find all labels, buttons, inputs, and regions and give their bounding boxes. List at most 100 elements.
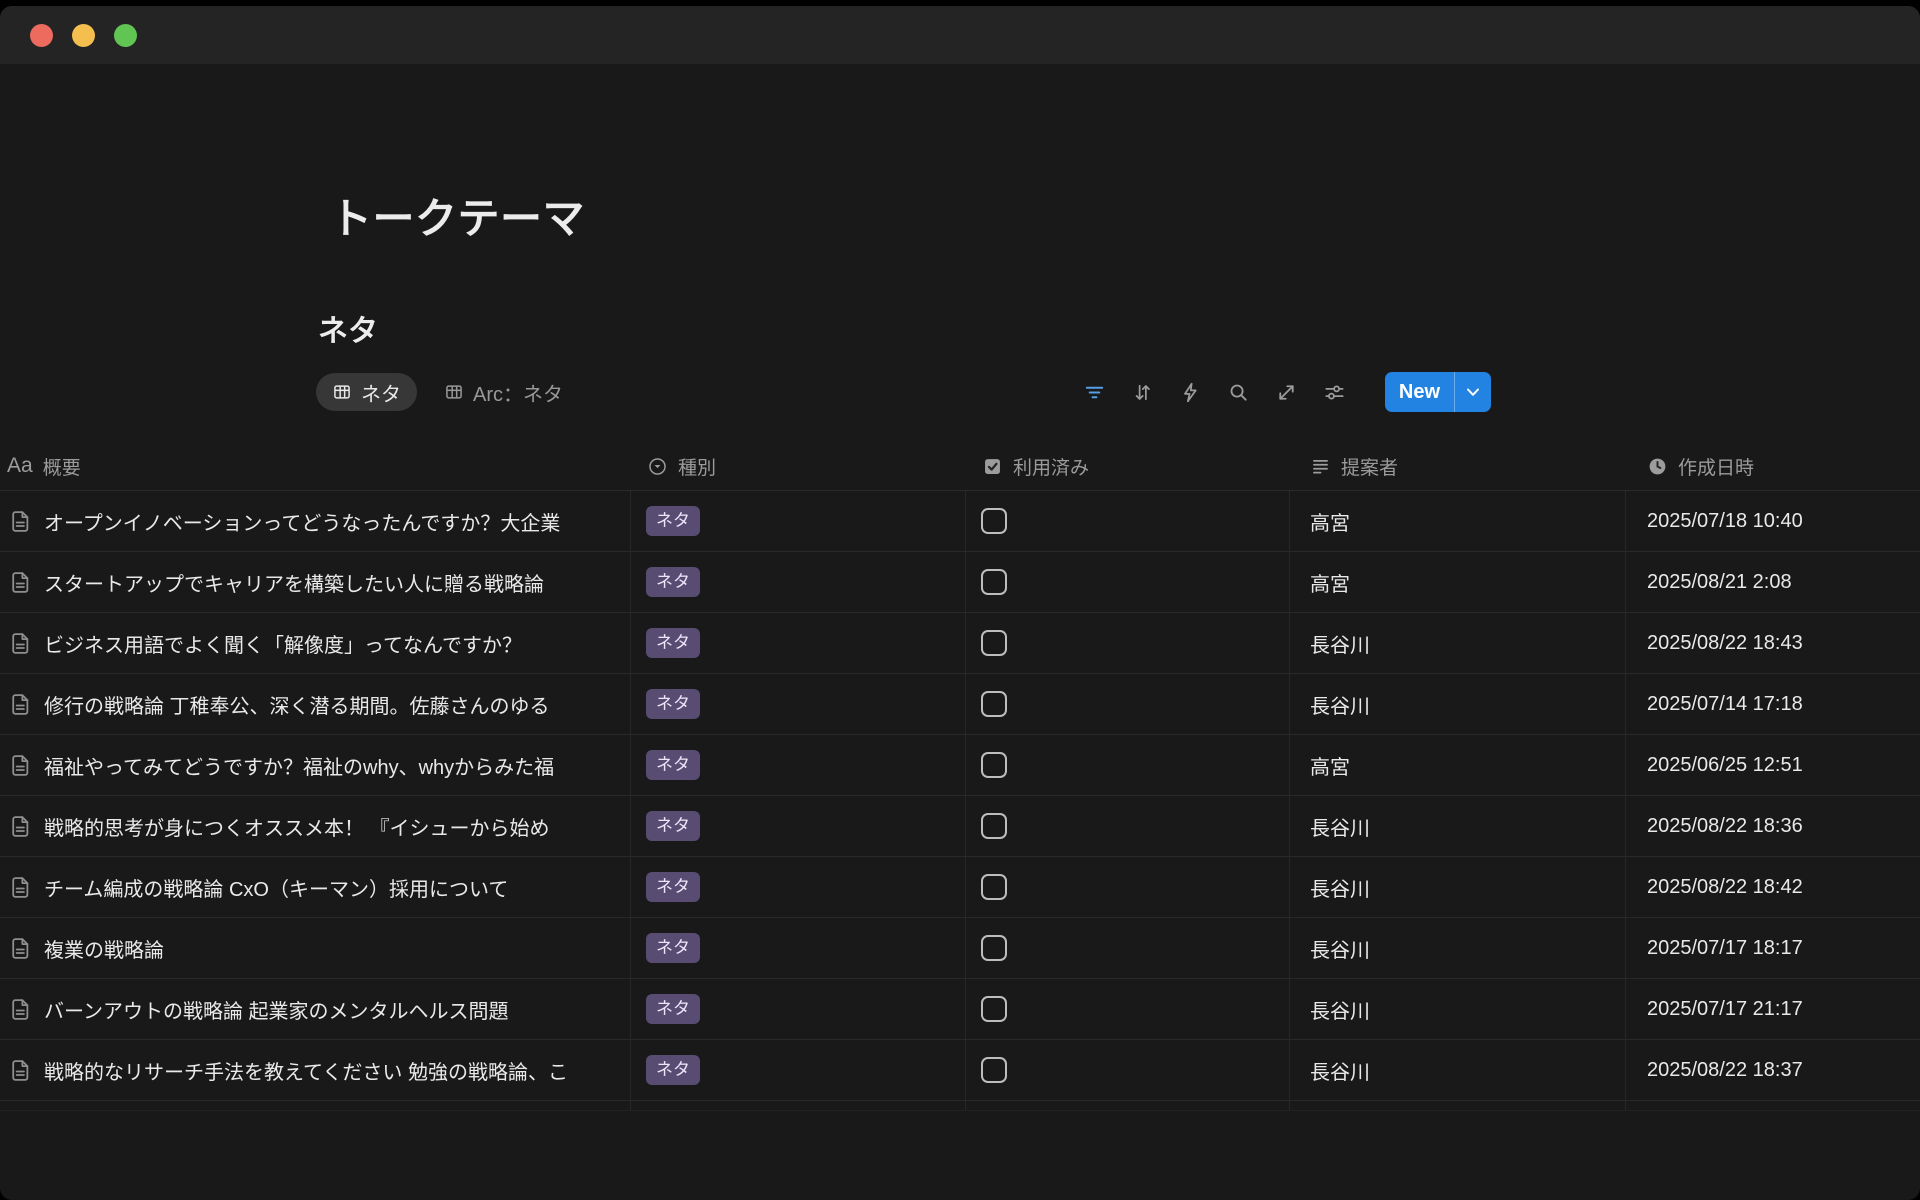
row-title[interactable]: 戦略的思考が身につくオススメ本！ 『イシューから始め bbox=[44, 812, 628, 841]
type-tag[interactable]: ネタ bbox=[646, 567, 700, 597]
cell-used[interactable] bbox=[966, 491, 1290, 552]
cell-summary[interactable]: 戦略的なリサーチ手法を教えてください 勉強の戦略論、こ bbox=[0, 1040, 631, 1101]
cell-type[interactable]: ネタ bbox=[631, 491, 966, 552]
used-checkbox[interactable] bbox=[981, 752, 1007, 778]
cell-created[interactable]: 2025/06/25 12:51 bbox=[1626, 735, 1920, 796]
cell-proposer[interactable]: 長谷川 bbox=[1290, 857, 1626, 918]
cell-proposer[interactable]: 長谷川 bbox=[1290, 1040, 1626, 1101]
cell-proposer[interactable]: 高宮 bbox=[1290, 552, 1626, 613]
proposer-name[interactable]: 長谷川 bbox=[1310, 934, 1370, 963]
cell-used[interactable] bbox=[966, 552, 1290, 613]
cell-summary[interactable]: バーンアウトの戦略論 起業家のメンタルヘルス問題 bbox=[0, 979, 631, 1040]
proposer-name[interactable]: 高宮 bbox=[1310, 507, 1350, 536]
proposer-name[interactable]: 長谷川 bbox=[1310, 873, 1370, 902]
cell-created[interactable]: 2025/07/14 17:18 bbox=[1626, 674, 1920, 735]
cell-used[interactable] bbox=[966, 674, 1290, 735]
cell-type[interactable]: ネタ bbox=[631, 796, 966, 857]
cell-summary[interactable]: オープンイノベーションってどうなったんですか？大企業 bbox=[0, 491, 631, 552]
cell-used[interactable] bbox=[966, 857, 1290, 918]
column-header-summary[interactable]: Aa 概要 bbox=[0, 442, 631, 491]
cell-type[interactable]: ネタ bbox=[631, 1040, 966, 1101]
cell-summary[interactable]: 戦略的思考が身につくオススメ本！ 『イシューから始め bbox=[0, 796, 631, 857]
chevron-down-icon[interactable] bbox=[1455, 372, 1491, 412]
cell-type[interactable]: ネタ bbox=[631, 735, 966, 796]
created-timestamp[interactable]: 2025/06/25 12:51 bbox=[1647, 754, 1803, 777]
proposer-name[interactable]: 高宮 bbox=[1310, 751, 1350, 780]
proposer-name[interactable]: 高宮 bbox=[1310, 568, 1350, 597]
cell-summary[interactable]: ビジネス用語でよく聞く「解像度」ってなんですか？ bbox=[0, 613, 631, 674]
cell-created[interactable]: 2025/08/22 18:42 bbox=[1626, 857, 1920, 918]
cell-type[interactable]: ネタ bbox=[631, 674, 966, 735]
cell-proposer[interactable]: 長谷川 bbox=[1290, 979, 1626, 1040]
created-timestamp[interactable]: 2025/08/22 18:42 bbox=[1647, 876, 1803, 899]
proposer-name[interactable]: 長谷川 bbox=[1310, 1056, 1370, 1085]
cell-created[interactable]: 2025/07/18 10:40 bbox=[1626, 491, 1920, 552]
cell-proposer[interactable]: 長谷川 bbox=[1290, 796, 1626, 857]
used-checkbox[interactable] bbox=[981, 874, 1007, 900]
cell-used[interactable] bbox=[966, 1040, 1290, 1101]
used-checkbox[interactable] bbox=[981, 569, 1007, 595]
cell-type[interactable]: ネタ bbox=[631, 857, 966, 918]
row-title[interactable]: スタートアップでキャリアを構築したい人に贈る戦略論 bbox=[44, 568, 628, 597]
row-title[interactable]: バーンアウトの戦略論 起業家のメンタルヘルス問題 bbox=[44, 995, 628, 1024]
created-timestamp[interactable]: 2025/08/22 18:36 bbox=[1647, 815, 1803, 838]
cell-used[interactable] bbox=[966, 796, 1290, 857]
type-tag[interactable]: ネタ bbox=[646, 933, 700, 963]
created-timestamp[interactable]: 2025/08/22 18:37 bbox=[1647, 1059, 1803, 1082]
type-tag[interactable]: ネタ bbox=[646, 506, 700, 536]
used-checkbox[interactable] bbox=[981, 691, 1007, 717]
proposer-name[interactable]: 長谷川 bbox=[1310, 812, 1370, 841]
cell-type[interactable]: ネタ bbox=[631, 613, 966, 674]
cell-used[interactable] bbox=[966, 735, 1290, 796]
created-timestamp[interactable]: 2025/07/17 21:17 bbox=[1647, 998, 1803, 1021]
cell-proposer[interactable]: 高宮 bbox=[1290, 735, 1626, 796]
cell-summary[interactable]: スタートアップでキャリアを構築したい人に贈る戦略論 bbox=[0, 552, 631, 613]
type-tag[interactable]: ネタ bbox=[646, 1055, 700, 1085]
sort-icon[interactable] bbox=[1131, 381, 1154, 404]
created-timestamp[interactable]: 2025/07/18 10:40 bbox=[1647, 510, 1803, 533]
cell-created[interactable]: 2025/08/22 18:43 bbox=[1626, 613, 1920, 674]
view-tab-neta-active[interactable]: ネタ bbox=[316, 373, 417, 411]
minimize-button[interactable] bbox=[72, 24, 95, 47]
cell-created[interactable]: 2025/07/17 21:17 bbox=[1626, 979, 1920, 1040]
filter-icon[interactable] bbox=[1083, 381, 1106, 404]
cell-summary[interactable]: 修行の戦略論 丁稚奉公、深く潜る期間。佐藤さんのゆる bbox=[0, 674, 631, 735]
type-tag[interactable]: ネタ bbox=[646, 628, 700, 658]
cell-proposer[interactable]: 長谷川 bbox=[1290, 918, 1626, 979]
created-timestamp[interactable]: 2025/08/22 18:43 bbox=[1647, 632, 1803, 655]
used-checkbox[interactable] bbox=[981, 813, 1007, 839]
used-checkbox[interactable] bbox=[981, 996, 1007, 1022]
cell-created[interactable]: 2025/08/21 2:08 bbox=[1626, 552, 1920, 613]
created-timestamp[interactable]: 2025/07/14 17:18 bbox=[1647, 693, 1803, 716]
column-header-proposer[interactable]: 提案者 bbox=[1290, 442, 1626, 491]
used-checkbox[interactable] bbox=[981, 508, 1007, 534]
column-header-created[interactable]: 作成日時 bbox=[1626, 442, 1920, 491]
column-header-type[interactable]: 種別 bbox=[631, 442, 966, 491]
automation-zap-icon[interactable] bbox=[1179, 381, 1202, 404]
expand-icon[interactable] bbox=[1275, 381, 1298, 404]
type-tag[interactable]: ネタ bbox=[646, 750, 700, 780]
new-button[interactable]: New bbox=[1385, 372, 1491, 412]
new-button-label[interactable]: New bbox=[1385, 372, 1454, 412]
cell-type[interactable]: ネタ bbox=[631, 552, 966, 613]
used-checkbox[interactable] bbox=[981, 935, 1007, 961]
cell-proposer[interactable]: 長谷川 bbox=[1290, 613, 1626, 674]
cell-proposer[interactable]: 長谷川 bbox=[1290, 674, 1626, 735]
created-timestamp[interactable]: 2025/07/17 18:17 bbox=[1647, 937, 1803, 960]
cell-type[interactable]: ネタ bbox=[631, 918, 966, 979]
view-tab-arc-neta[interactable]: Arc：ネタ bbox=[444, 378, 563, 407]
row-title[interactable]: 複業の戦略論 bbox=[44, 934, 628, 963]
proposer-name[interactable]: 長谷川 bbox=[1310, 995, 1370, 1024]
cell-created[interactable]: 2025/07/17 18:17 bbox=[1626, 918, 1920, 979]
view-settings-icon[interactable] bbox=[1323, 381, 1346, 404]
type-tag[interactable]: ネタ bbox=[646, 872, 700, 902]
cell-summary[interactable]: 複業の戦略論 bbox=[0, 918, 631, 979]
used-checkbox[interactable] bbox=[981, 630, 1007, 656]
row-title[interactable]: 戦略的なリサーチ手法を教えてください 勉強の戦略論、こ bbox=[44, 1056, 628, 1085]
cell-type[interactable]: ネタ bbox=[631, 979, 966, 1040]
cell-summary[interactable]: 福祉やってみてどうですか？福祉のwhy、whyからみた福 bbox=[0, 735, 631, 796]
proposer-name[interactable]: 長谷川 bbox=[1310, 629, 1370, 658]
column-header-used[interactable]: 利用済み bbox=[966, 442, 1290, 491]
row-title[interactable]: チーム編成の戦略論 CxO（キーマン）採用について bbox=[44, 873, 628, 902]
close-button[interactable] bbox=[30, 24, 53, 47]
